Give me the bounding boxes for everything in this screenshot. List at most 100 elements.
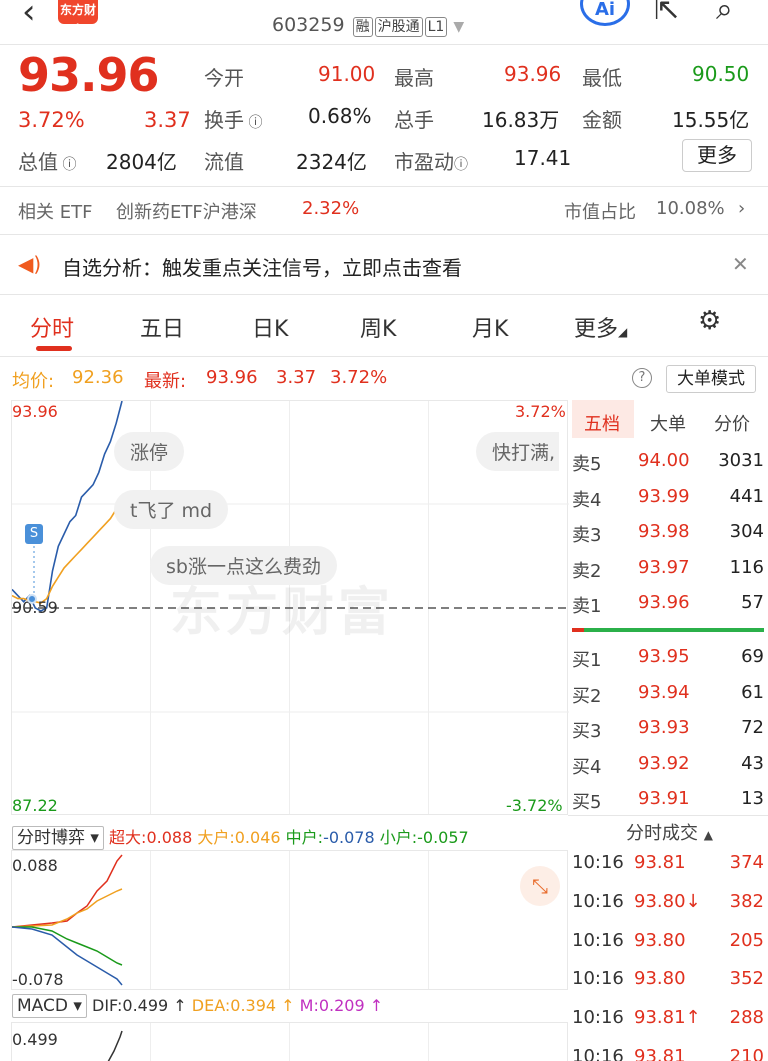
top-bar: ‹ 东方财富 603259 融沪股通 L1 ▼ Ai ⇱ ⌕ bbox=[0, 0, 768, 44]
tab-five-day[interactable]: 五日 bbox=[140, 311, 184, 343]
trade-volume: 205 bbox=[729, 929, 764, 951]
bid-volume: 13 bbox=[741, 788, 764, 809]
l-label: 大户: bbox=[197, 828, 235, 847]
trade-row: 10:16 93.80 205 bbox=[572, 930, 764, 968]
ai-assistant-button[interactable]: Ai bbox=[580, 0, 630, 26]
ask-row[interactable]: 卖2 93.97 116 bbox=[572, 557, 764, 592]
ask-label: 卖3 bbox=[572, 525, 602, 546]
comment-bubble[interactable]: sb涨一点这么费劲 bbox=[150, 546, 337, 585]
flow-select[interactable]: 分时博弈 ▾ bbox=[12, 826, 104, 850]
ask-volume: 116 bbox=[729, 556, 764, 578]
tag-margin: 融 bbox=[352, 17, 373, 37]
trade-volume: 374 bbox=[729, 852, 764, 873]
sell-marker[interactable]: S bbox=[25, 524, 43, 544]
dropdown-caret-icon[interactable]: ▼ bbox=[453, 19, 464, 35]
ask-row[interactable]: 卖3 93.98 304 bbox=[572, 521, 764, 556]
bid-label: 买5 bbox=[572, 792, 602, 813]
bid-row[interactable]: 买4 93.92 43 bbox=[572, 753, 764, 788]
bid-label: 买2 bbox=[572, 685, 602, 707]
low-label: 最低 bbox=[582, 66, 622, 90]
comment-bubble[interactable]: t飞了 md bbox=[114, 490, 229, 529]
tag-connect: 沪股通 bbox=[374, 17, 423, 37]
close-icon[interactable]: ✕ bbox=[732, 252, 749, 276]
ask-label: 卖2 bbox=[572, 560, 602, 582]
flow-y-bottom: -0.078 bbox=[12, 970, 64, 989]
bid-volume: 61 bbox=[741, 681, 764, 703]
comment-bubble[interactable]: 快打满, bbox=[476, 432, 560, 471]
current-price: 93.96 bbox=[18, 48, 160, 102]
flow-chart[interactable] bbox=[11, 850, 568, 990]
mktcap-value: 2804亿 bbox=[106, 150, 177, 174]
tab-intraday[interactable]: 分时 bbox=[30, 311, 74, 343]
app-logo: 东方财富 bbox=[58, 0, 98, 37]
macd-chart[interactable] bbox=[11, 1022, 568, 1061]
ask-label: 卖5 bbox=[572, 454, 602, 475]
volume-value: 16.83万 bbox=[482, 108, 560, 132]
bid-price: 93.94 bbox=[638, 681, 690, 703]
caret-up-icon: ▲ bbox=[703, 828, 713, 842]
s-label: 小户: bbox=[379, 828, 418, 847]
info-icon[interactable]: ⓘ bbox=[58, 157, 76, 173]
tab-monthly-k[interactable]: 月K bbox=[472, 311, 508, 343]
ask-price: 93.98 bbox=[638, 521, 690, 542]
trade-time: 10:16 bbox=[572, 1046, 624, 1061]
high-value: 93.96 bbox=[504, 62, 562, 86]
float-value: 2324亿 bbox=[296, 150, 367, 174]
tab-level5[interactable]: 五档 bbox=[584, 410, 620, 436]
back-icon[interactable]: ‹ bbox=[22, 0, 36, 32]
change-amount: 3.37 bbox=[144, 108, 191, 132]
tab-price-dist[interactable]: 分价 bbox=[714, 410, 750, 436]
bid-row[interactable]: 买3 93.93 72 bbox=[572, 717, 764, 752]
avg-line bbox=[12, 499, 123, 604]
turnover-value: 0.68% bbox=[308, 104, 372, 128]
trade-price: 93.81 bbox=[634, 852, 686, 873]
bid-row[interactable]: 买2 93.94 61 bbox=[572, 682, 764, 717]
settings-icon[interactable]: ⚙ bbox=[698, 306, 721, 336]
chevron-right-icon[interactable]: › bbox=[738, 198, 745, 219]
tab-weekly-k[interactable]: 周K bbox=[360, 311, 396, 343]
info-icon[interactable]: ⓘ bbox=[454, 157, 468, 173]
ask-row[interactable]: 卖5 94.00 3031 bbox=[572, 450, 764, 485]
y-bottom-label: 87.22 bbox=[12, 796, 58, 815]
marker-dot bbox=[27, 594, 37, 604]
search-icon[interactable]: ⌕ bbox=[716, 0, 733, 27]
notice-text[interactable]: 自选分析：触发重点关注信号，立即点击查看 bbox=[62, 252, 462, 281]
bid-row[interactable]: 买5 93.91 13 bbox=[572, 788, 764, 823]
bid-row[interactable]: 买1 93.95 69 bbox=[572, 646, 764, 681]
float-label: 流值 bbox=[204, 150, 244, 174]
open-label: 今开 bbox=[204, 66, 244, 90]
tab-more[interactable]: 更多◢ bbox=[574, 311, 627, 343]
trade-list-title[interactable]: 分时成交 ▲ bbox=[626, 819, 713, 845]
latest-label: 最新: bbox=[144, 371, 187, 392]
big-order-mode-button[interactable]: 大单模式 bbox=[666, 365, 756, 393]
stock-code: 603259 bbox=[272, 14, 345, 36]
macd-select[interactable]: MACD ▾ bbox=[12, 994, 87, 1018]
avg-label: 均价: bbox=[12, 371, 55, 392]
bid-price: 93.91 bbox=[638, 788, 690, 809]
expand-icon[interactable]: ⤡ bbox=[520, 866, 560, 906]
tag-level: L1 bbox=[424, 17, 448, 37]
orderbook-divider-red bbox=[572, 628, 584, 632]
l-value: 0.046 bbox=[234, 828, 281, 847]
flow-header: 分时博弈 ▾ 超大:0.088 大户:0.046 中户:-0.078 小户:-0… bbox=[12, 823, 469, 850]
info-icon[interactable]: ⓘ bbox=[244, 115, 262, 131]
ask-row[interactable]: 卖1 93.96 57 bbox=[572, 592, 764, 627]
latest-value: 93.96 bbox=[206, 367, 258, 388]
trade-row: 10:16 93.80 352 bbox=[572, 968, 764, 1006]
ask-row[interactable]: 卖4 93.99 441 bbox=[572, 486, 764, 521]
ask-price: 93.97 bbox=[638, 556, 690, 578]
help-icon[interactable]: ? bbox=[632, 368, 652, 388]
low-value: 90.50 bbox=[692, 62, 750, 86]
speaker-icon: ◀) bbox=[18, 252, 42, 276]
turnover-label: 换手 ⓘ bbox=[204, 108, 263, 132]
y-top-label: 93.96 bbox=[12, 402, 58, 421]
tab-daily-k[interactable]: 日K bbox=[252, 311, 288, 343]
xl-value: 0.088 bbox=[146, 828, 193, 847]
comment-bubble[interactable]: 涨停 bbox=[114, 432, 185, 471]
etf-name[interactable]: 创新药ETF沪港深 bbox=[116, 198, 257, 224]
trade-row: 10:16 93.80↓ 382 bbox=[572, 891, 764, 929]
share-icon[interactable]: ⇱ bbox=[654, 0, 679, 27]
tab-big-order[interactable]: 大单 bbox=[650, 410, 686, 436]
more-button[interactable]: 更多 bbox=[682, 139, 752, 172]
etf-share-label: 市值占比 bbox=[564, 202, 636, 223]
